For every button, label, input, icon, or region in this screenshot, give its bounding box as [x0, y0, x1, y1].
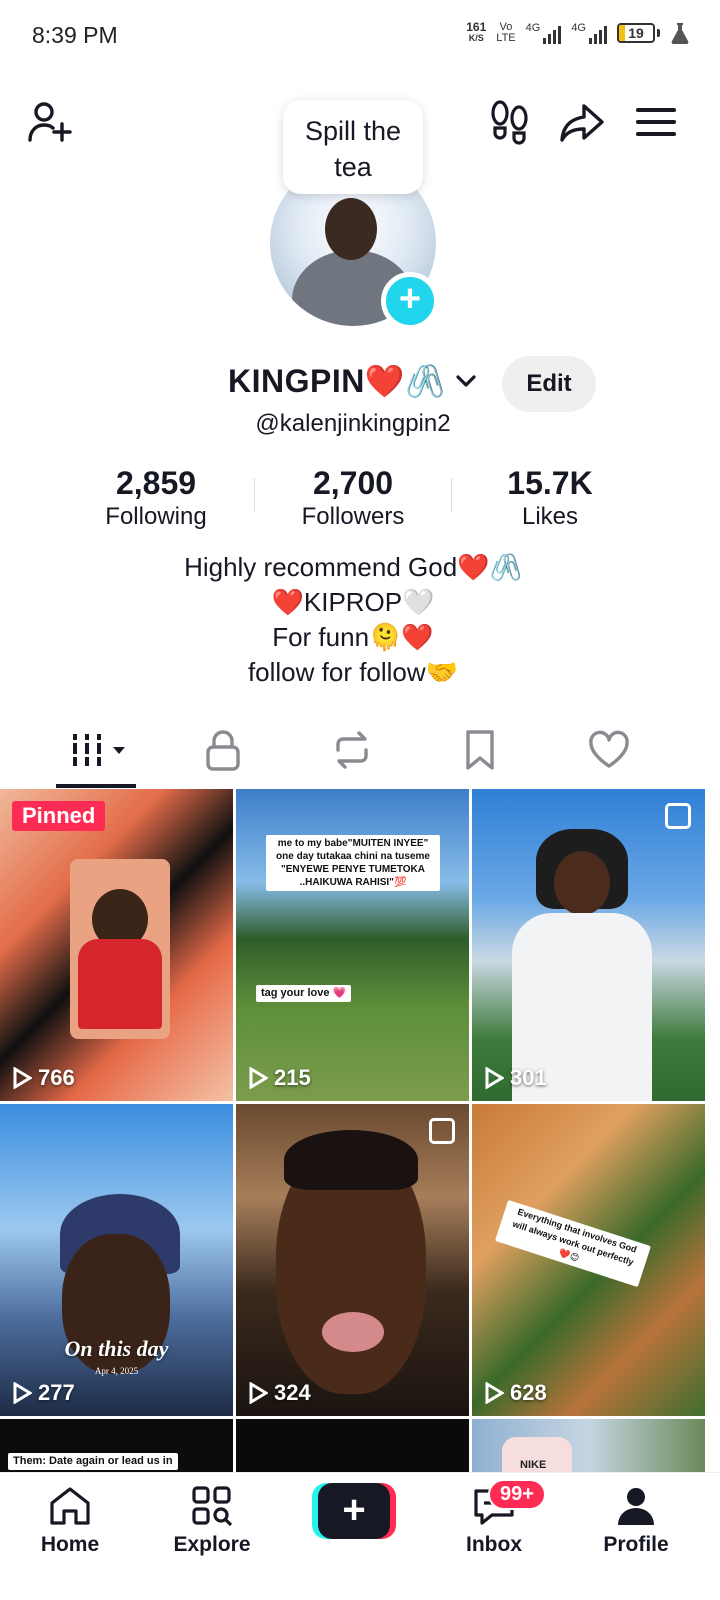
- profile-name: KINGPIN❤️🖇️: [228, 363, 446, 399]
- tab-videos[interactable]: [56, 720, 146, 780]
- stat-likes[interactable]: 15.7K Likes: [460, 464, 640, 532]
- volte-indicator: Vo LTE: [496, 21, 516, 44]
- video-tile[interactable]: 324: [236, 1104, 469, 1416]
- stat-followers[interactable]: 2,700 Followers: [263, 464, 443, 532]
- lock-icon: [206, 730, 240, 771]
- stat-following[interactable]: 2,859 Following: [66, 464, 246, 532]
- status-time: 8:39 PM: [32, 22, 118, 48]
- repost-icon: [336, 731, 368, 769]
- profile-tabs: [0, 720, 706, 788]
- share-profile-button[interactable]: [558, 98, 606, 146]
- video-tile[interactable]: 301: [472, 789, 705, 1101]
- add-story-button[interactable]: +: [381, 272, 439, 330]
- play-icon: [485, 1067, 504, 1089]
- tab-favorites[interactable]: [435, 720, 525, 780]
- carousel-icon: [665, 803, 691, 829]
- view-count: 215: [248, 1065, 311, 1091]
- video-caption: Everything that involves God will always…: [495, 1199, 651, 1288]
- play-icon: [249, 1382, 268, 1404]
- create-button[interactable]: +: [312, 1483, 396, 1539]
- footprints-icon: [491, 100, 528, 145]
- tab-private[interactable]: [178, 720, 268, 780]
- video-tile[interactable]: Pinned 766: [0, 789, 233, 1101]
- view-count: 766: [12, 1065, 75, 1091]
- heart-icon: [589, 730, 629, 768]
- profile-icon: [618, 1488, 654, 1525]
- video-caption: Them: Date again or lead us in: [8, 1453, 178, 1470]
- stat-divider: [451, 478, 452, 512]
- add-user-icon: [28, 102, 72, 142]
- view-count: 277: [12, 1380, 75, 1406]
- view-count: 301: [484, 1065, 547, 1091]
- chevron-down-icon: [455, 375, 476, 387]
- video-tile[interactable]: NIKE: [472, 1419, 705, 1479]
- bio[interactable]: Highly recommend God❤️🖇️ ❤️KIPROP🤍 For f…: [0, 550, 706, 690]
- bottom-nav: Home Explore + Inbox 99+ Profile: [0, 1472, 720, 1600]
- edit-profile-button[interactable]: Edit: [502, 356, 596, 412]
- tab-indicator: [56, 784, 136, 788]
- video-tile[interactable]: On this day Apr 4, 2025 277: [0, 1104, 233, 1416]
- stat-divider: [254, 478, 255, 512]
- videos-grid-icon: [71, 734, 125, 766]
- bookmark-icon: [466, 730, 494, 770]
- video-tile[interactable]: me to my babe"MUITEN INYEE" one day tuta…: [236, 789, 469, 1101]
- tab-liked[interactable]: [564, 720, 654, 780]
- view-count: 324: [248, 1380, 311, 1406]
- video-caption: tag your love 💗: [256, 985, 352, 1002]
- tab-reposts[interactable]: [307, 720, 397, 780]
- home-icon: [50, 1487, 90, 1525]
- status-bar: 8:39 PM 161 K/S Vo LTE 4G 4G 19: [0, 0, 720, 72]
- nav-profile[interactable]: Profile: [576, 1485, 696, 1557]
- username: @kalenjinkingpin2: [255, 410, 451, 437]
- inbox-badge: 99+: [488, 1479, 546, 1510]
- play-icon: [13, 1067, 32, 1089]
- account-switcher[interactable]: KINGPIN❤️🖇️: [228, 362, 478, 400]
- memory-date: Apr 4, 2025: [94, 1366, 139, 1376]
- signal-sim1-icon: 4G: [526, 22, 562, 44]
- status-icons: 161 K/S Vo LTE 4G 4G 19: [466, 20, 690, 44]
- menu-button[interactable]: [632, 98, 680, 146]
- play-icon: [249, 1067, 268, 1089]
- nav-explore[interactable]: Explore: [152, 1485, 272, 1557]
- shirt-text: NIKE: [520, 1459, 547, 1471]
- plus-icon: +: [318, 1483, 390, 1539]
- video-tile[interactable]: [236, 1419, 469, 1479]
- carousel-icon: [429, 1118, 455, 1144]
- video-tile[interactable]: Everything that involves God will always…: [472, 1104, 705, 1416]
- signal-sim2-icon: 4G: [571, 22, 607, 44]
- video-caption: me to my babe"MUITEN INYEE" one day tuta…: [266, 835, 440, 891]
- note-bubble[interactable]: Spill the tea: [283, 100, 423, 194]
- view-count: 628: [484, 1380, 547, 1406]
- add-friend-button[interactable]: [26, 98, 74, 146]
- pinned-badge: Pinned: [12, 801, 106, 831]
- explore-grid-icon: [192, 1486, 233, 1527]
- profile-views-button[interactable]: [486, 98, 534, 146]
- play-icon: [13, 1382, 32, 1404]
- memory-title: On this day: [64, 1336, 169, 1361]
- flask-icon: [671, 23, 689, 44]
- nav-home[interactable]: Home: [10, 1485, 130, 1557]
- hamburger-menu-icon: [636, 108, 676, 136]
- battery-icon: 19: [617, 23, 655, 43]
- network-speed: 161 K/S: [466, 20, 487, 43]
- video-tile[interactable]: Them: Date again or lead us in: [0, 1419, 233, 1479]
- share-icon: [560, 104, 604, 142]
- play-icon: [485, 1382, 504, 1404]
